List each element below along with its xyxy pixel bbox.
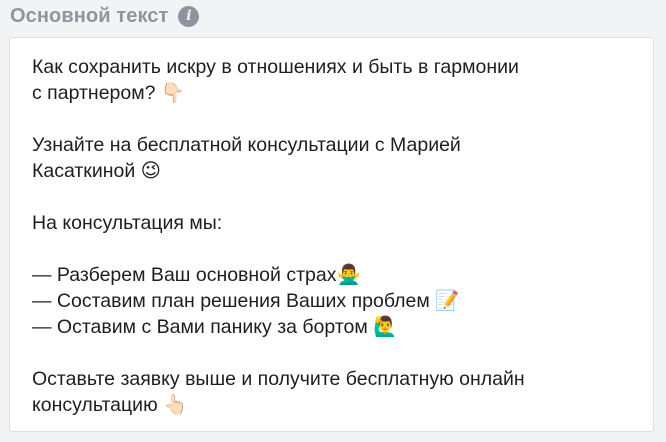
text-line bbox=[32, 340, 631, 366]
text-line: с партнером? 👇🏻 bbox=[32, 82, 186, 104]
text-line: — Оставим с Вами панику за бортом 🙋‍♂️ bbox=[32, 316, 398, 338]
text-line: — Разберем Ваш основной страх🙅‍♂️ bbox=[32, 264, 361, 286]
text-line: Как сохранить искру в отношениях и быть … bbox=[32, 56, 519, 78]
textarea-content: Как сохранить искру в отношениях и быть … bbox=[32, 54, 631, 418]
text-line bbox=[32, 106, 631, 132]
field-header: Основной текст i bbox=[10, 2, 200, 30]
text-line: На консультация мы: bbox=[32, 212, 223, 234]
text-line: Оставьте заявку выше и получите бесплатн… bbox=[32, 368, 525, 390]
text-line: Узнайте на бесплатной консультации с Мар… bbox=[32, 134, 461, 156]
text-line: Касаткиной 😉 bbox=[32, 160, 161, 182]
text-line bbox=[32, 236, 631, 262]
text-line: — Составим план решения Ваших проблем 📝 bbox=[32, 290, 460, 312]
primary-text-textarea[interactable]: Как сохранить искру в отношениях и быть … bbox=[9, 37, 654, 432]
text-line bbox=[32, 184, 631, 210]
info-icon[interactable]: i bbox=[178, 5, 200, 27]
text-line: консультацию 👆🏻 bbox=[32, 394, 188, 416]
field-label: Основной текст bbox=[10, 4, 169, 27]
primary-text-field: Основной текст i Как сохранить искру в о… bbox=[0, 0, 666, 442]
